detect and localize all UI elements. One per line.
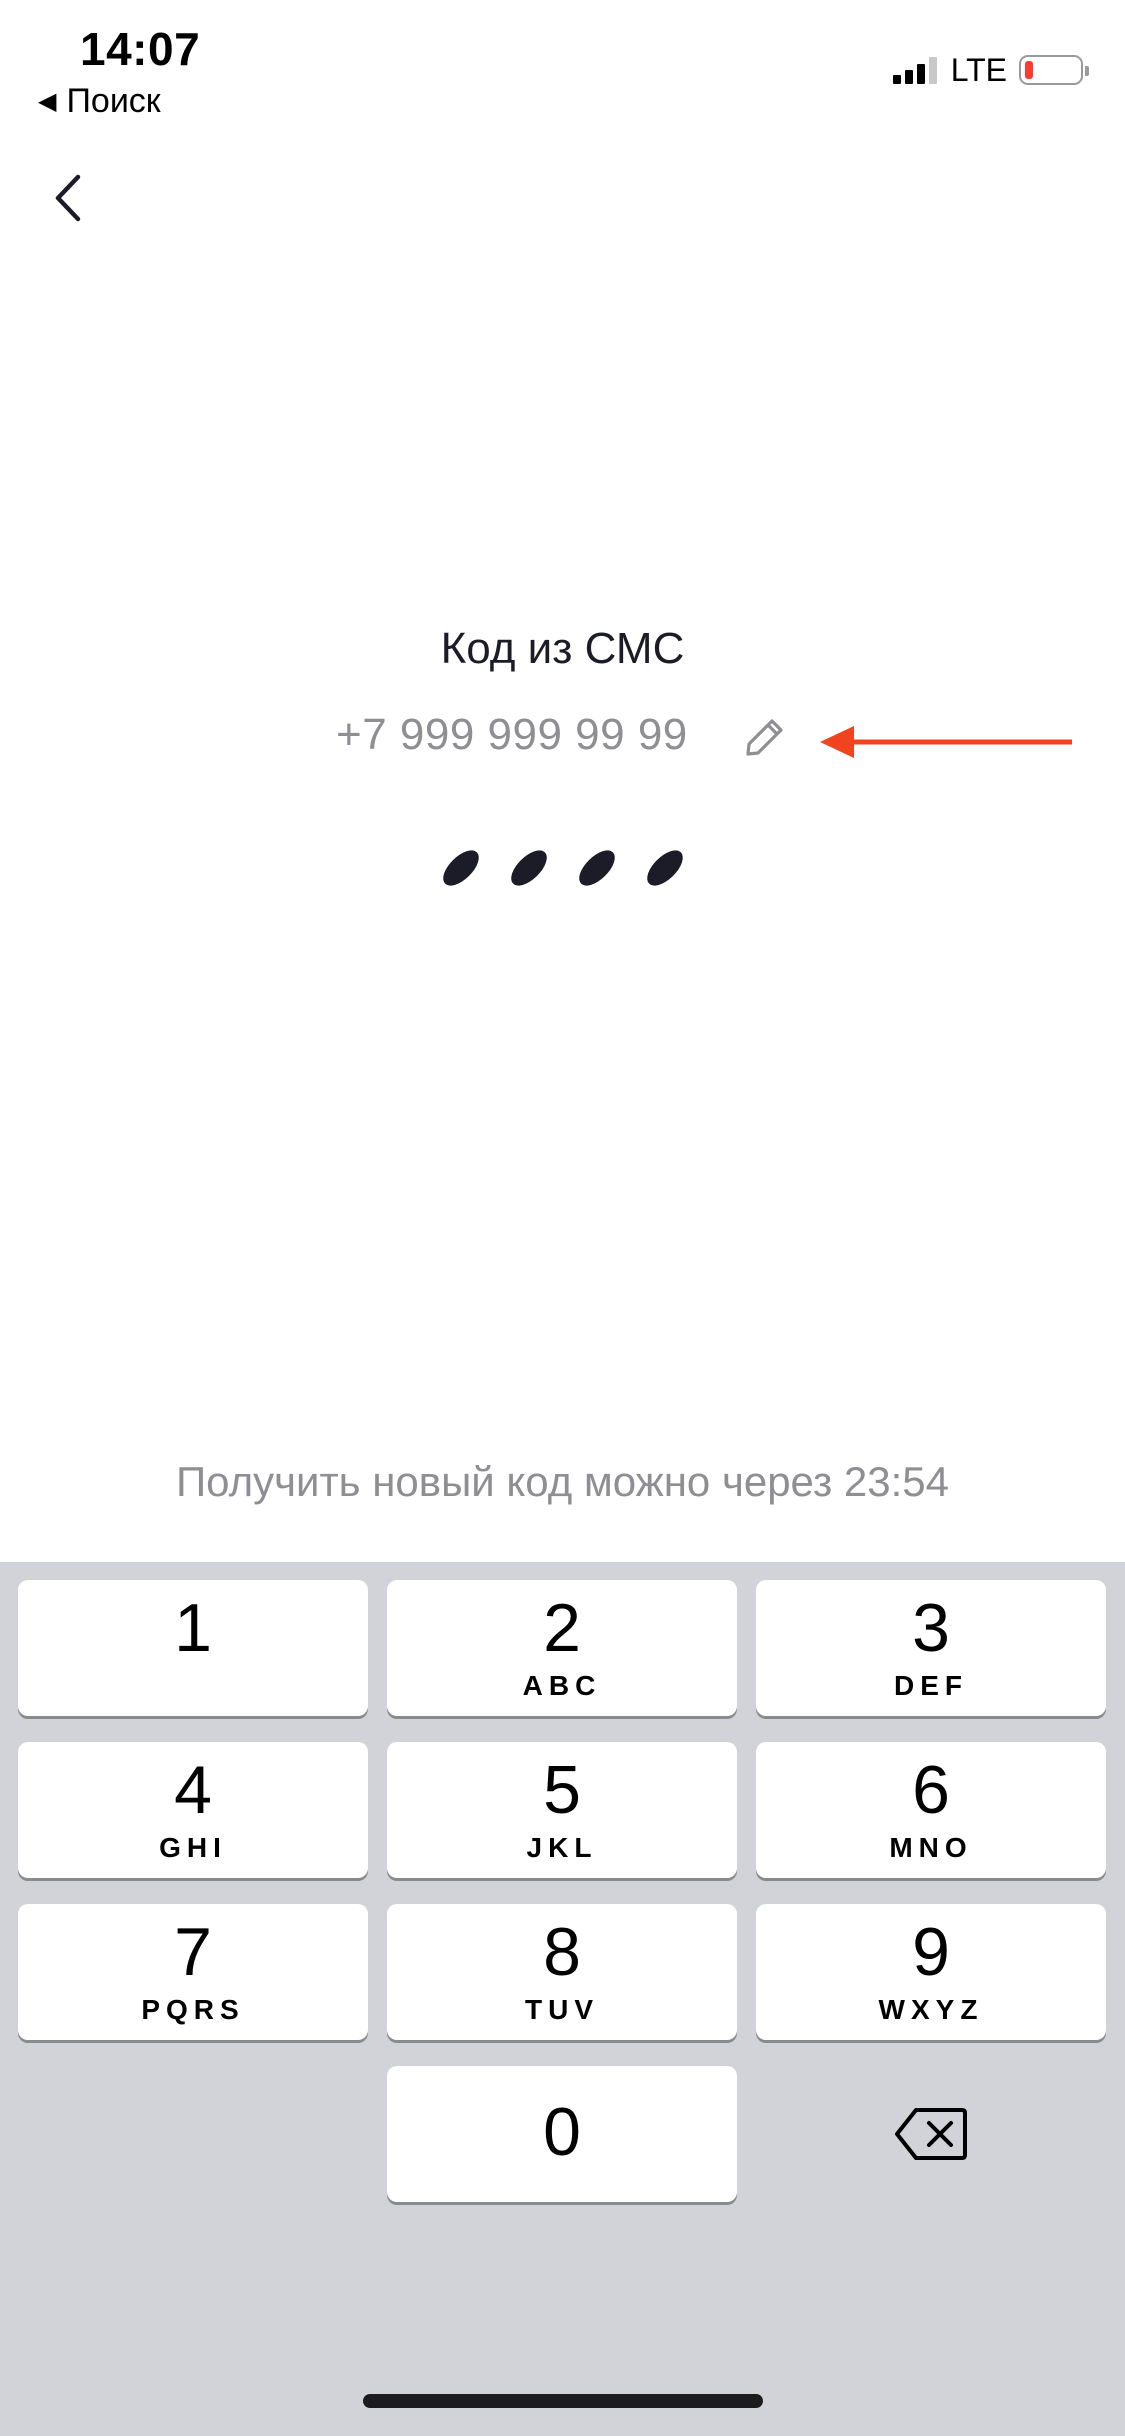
code-input[interactable] (0, 846, 1125, 890)
key-5[interactable]: 5 JKL (387, 1742, 737, 1878)
battery-level-fill (1025, 61, 1033, 79)
key-digit: 9 (912, 1914, 950, 1990)
key-7[interactable]: 7 PQRS (18, 1904, 368, 2040)
key-3[interactable]: 3 DEF (756, 1580, 1106, 1716)
sms-code-screen: 14:07 ◀ Поиск LTE Код из СМС +7 999 999 … (0, 0, 1125, 2436)
phone-number: +7 999 999 99 99 (336, 710, 688, 759)
key-digit: 0 (543, 2094, 581, 2170)
chevron-left-icon (55, 174, 81, 222)
key-letters: TUV (525, 1994, 599, 2025)
key-2[interactable]: 2 ABC (387, 1580, 737, 1716)
pencil-icon[interactable] (744, 716, 786, 758)
key-digit: 2 (543, 1590, 581, 1666)
status-time: 14:07 (80, 23, 201, 75)
key-digit: 6 (912, 1752, 950, 1828)
key-4[interactable]: 4 GHI (18, 1742, 368, 1878)
key-letters: GHI (159, 1832, 227, 1863)
key-6[interactable]: 6 MNO (756, 1742, 1106, 1878)
key-digit: 8 (543, 1914, 581, 1990)
key-9[interactable]: 9 WXYZ (756, 1904, 1106, 2040)
numeric-keypad: 1 2 ABC 3 DEF 4 GHI 5 JKL 6 MNO 7 PQRS 8 (0, 1562, 1125, 2436)
key-letters: WXYZ (878, 1994, 984, 2025)
code-dot (503, 846, 554, 890)
key-letters: ABC (522, 1670, 602, 1701)
key-digit: 1 (174, 1590, 212, 1666)
status-indicators: LTE (892, 50, 1089, 90)
key-digit: 7 (174, 1914, 212, 1990)
annotation-arrow-icon (820, 726, 1072, 758)
return-to-app-link[interactable]: ◀ Поиск (38, 82, 161, 121)
return-app-label: Поиск (66, 82, 161, 120)
key-1[interactable]: 1 (18, 1580, 368, 1716)
resend-countdown: Получить новый код можно через 23:54 (175, 1458, 950, 1505)
key-letters: JKL (526, 1832, 598, 1863)
key-digit: 3 (912, 1590, 950, 1666)
key-letters: MNO (889, 1832, 973, 1863)
code-dot (639, 846, 690, 890)
backspace-icon (895, 2108, 967, 2160)
key-0[interactable]: 0 (387, 2066, 737, 2202)
key-digit: 4 (174, 1752, 212, 1828)
back-triangle-icon: ◀ (38, 88, 57, 115)
home-indicator (363, 2394, 763, 2408)
battery-icon (1019, 55, 1089, 85)
back-button[interactable] (40, 166, 96, 230)
key-letters: PQRS (141, 1994, 245, 2025)
code-dot (571, 846, 622, 890)
page-title: Код из СМС (440, 624, 685, 673)
key-digit: 5 (543, 1752, 581, 1828)
key-letters: DEF (894, 1670, 968, 1701)
network-type: LTE (950, 51, 1007, 88)
signal-icon (892, 56, 941, 84)
key-8[interactable]: 8 TUV (387, 1904, 737, 2040)
code-dot (435, 846, 486, 890)
delete-button[interactable] (756, 2066, 1106, 2202)
